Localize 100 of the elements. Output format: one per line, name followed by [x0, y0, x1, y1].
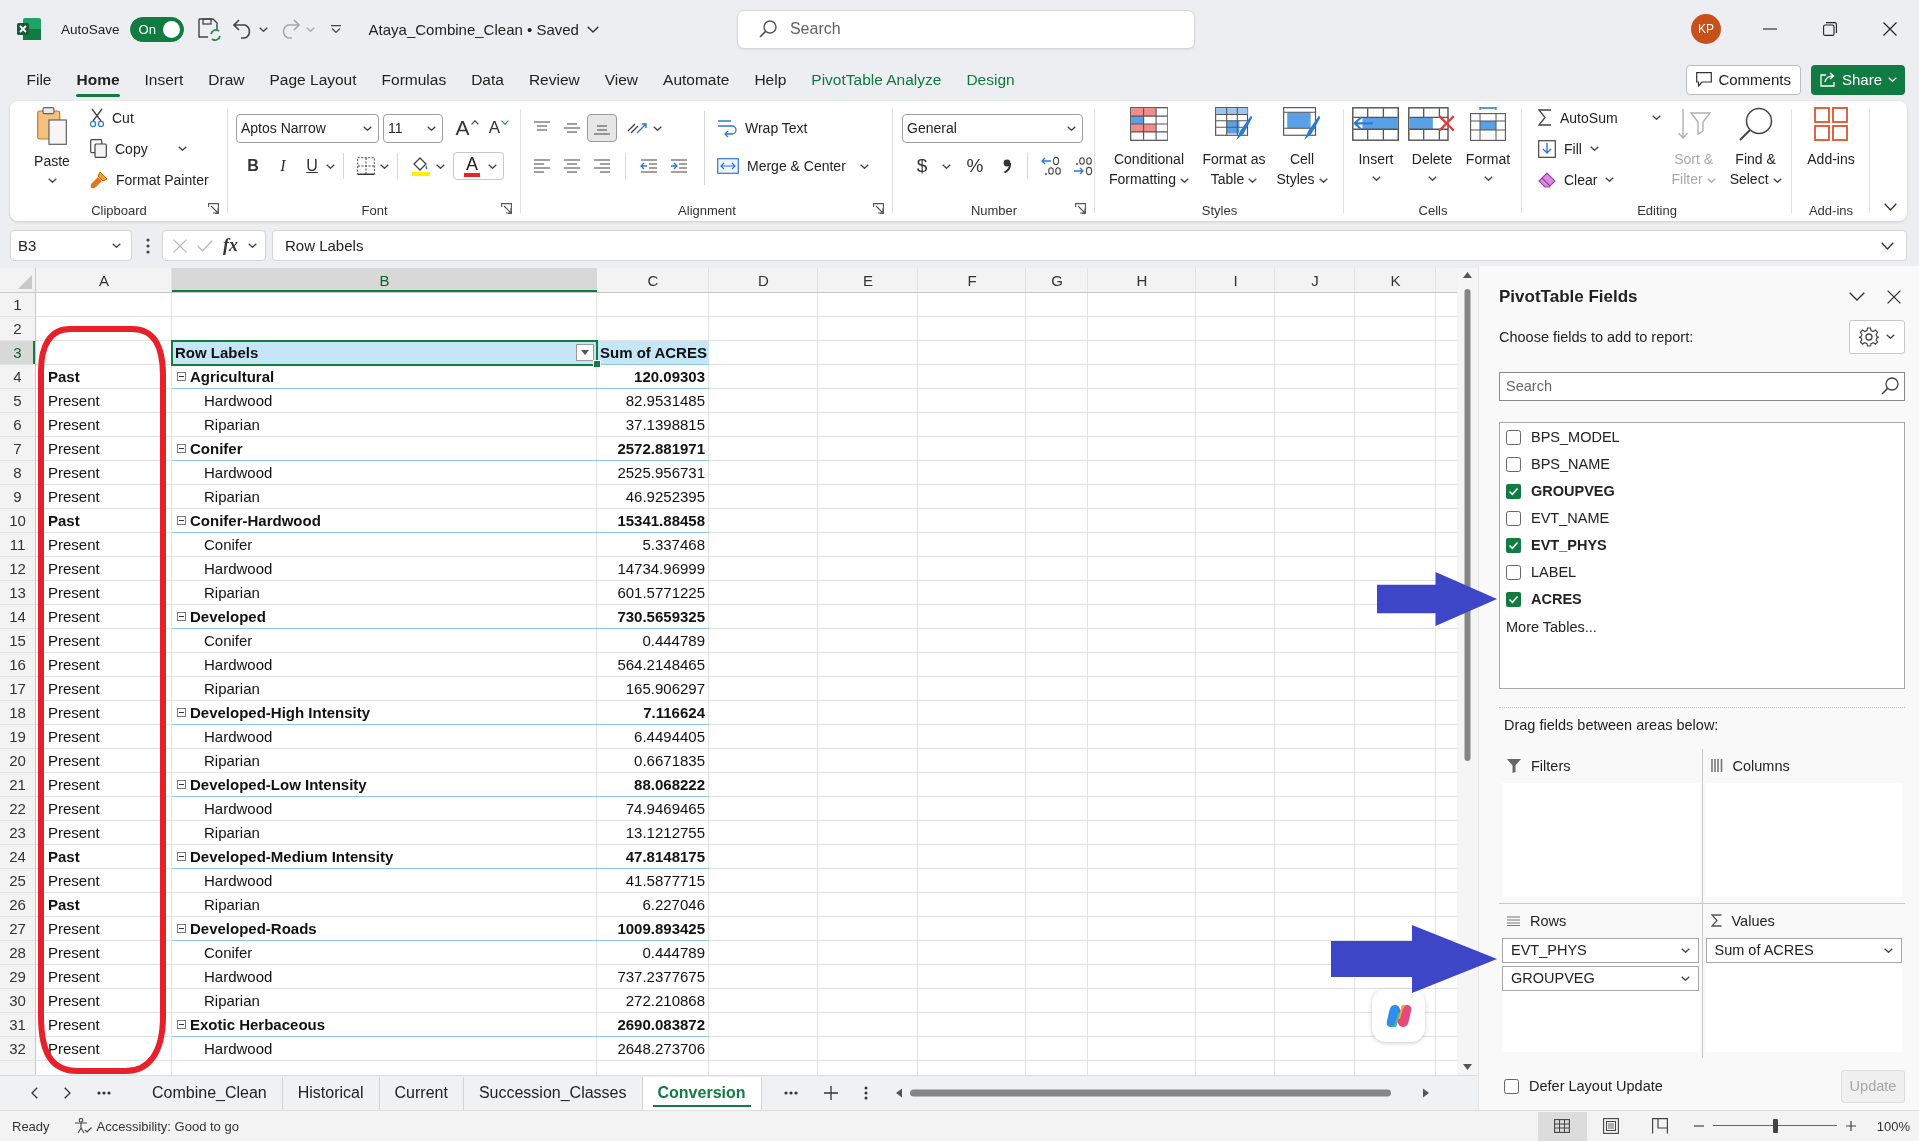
filter-dropdown-button[interactable] [576, 344, 594, 361]
row-number[interactable]: 29 [0, 965, 35, 988]
search-field[interactable]: Search [1499, 371, 1905, 401]
customize-caret-icon[interactable] [330, 25, 341, 33]
caret-icon[interactable] [488, 163, 497, 169]
floating-button[interactable] [1372, 989, 1425, 1042]
chevron-right-icon[interactable] [64, 1087, 71, 1099]
caret-icon[interactable] [1884, 947, 1893, 953]
insert-button[interactable]: Insert [1348, 101, 1404, 181]
number-format-select[interactable]: General [902, 113, 1083, 143]
user-avatar[interactable]: KP [1691, 14, 1721, 44]
plus-icon[interactable] [1845, 1121, 1856, 1131]
zoom-slider[interactable] [1712, 1119, 1837, 1133]
collapse-icon[interactable] [177, 516, 186, 525]
sheet-tab[interactable]: Historical [282, 1076, 380, 1110]
row-number[interactable]: 5 [0, 389, 35, 412]
percent-button[interactable]: % [961, 152, 989, 180]
vertical-dots-icon[interactable] [146, 237, 150, 254]
row-number[interactable]: 9 [0, 485, 35, 508]
row-number[interactable]: 11 [0, 533, 35, 556]
ribbon-tab[interactable]: Review [516, 61, 593, 98]
autosum-button[interactable]: AutoSum [1532, 102, 1665, 133]
collapse-icon[interactable] [177, 852, 186, 861]
column-header[interactable]: A [36, 268, 172, 292]
underline-button[interactable]: U [298, 152, 326, 180]
row-number[interactable]: 2 [0, 317, 35, 340]
collapse-icon[interactable] [177, 708, 186, 717]
accessibility-status[interactable]: Accessibility: Good to go [96, 1118, 239, 1134]
close-icon[interactable] [1883, 22, 1897, 36]
undo-icon[interactable] [232, 19, 253, 39]
formula-field[interactable]: Row Labels [272, 230, 1907, 261]
more-tables-link[interactable]: More Tables... [1506, 612, 1597, 641]
insert-function-button[interactable]: fx [223, 235, 238, 256]
caret-icon[interactable] [177, 146, 187, 151]
row-number[interactable]: 31 [0, 1013, 35, 1036]
caret-icon[interactable] [1651, 115, 1661, 120]
document-title[interactable]: Ataya_Combine_Clean • Saved [368, 20, 579, 38]
sheet-tab[interactable]: Current [379, 1076, 464, 1110]
clear-button[interactable]: Clear [1532, 164, 1665, 195]
caret-icon[interactable] [1772, 177, 1782, 183]
ribbon-tab[interactable]: PivotTable Analyze [798, 61, 954, 98]
chevron-down-icon[interactable] [586, 25, 599, 33]
column-header[interactable]: B [172, 268, 597, 292]
column-header[interactable]: K [1355, 268, 1436, 292]
row-number[interactable]: 17 [0, 677, 35, 700]
row-number[interactable]: 1 [0, 293, 35, 316]
row-number[interactable]: 6 [0, 413, 35, 436]
more-icon[interactable] [783, 1091, 798, 1095]
row-number[interactable]: 3 [0, 341, 35, 364]
caret-icon[interactable] [942, 163, 951, 169]
decrease-indent-icon[interactable] [640, 159, 658, 173]
sheet-tab[interactable]: Succession_Classes [463, 1076, 643, 1110]
caret-icon[interactable] [363, 125, 372, 131]
checkbox[interactable] [1506, 429, 1521, 445]
row-number[interactable]: 21 [0, 773, 35, 796]
accessibility-icon[interactable] [73, 1118, 92, 1134]
row-number[interactable]: 14 [0, 605, 35, 628]
fill-handle[interactable] [593, 360, 601, 368]
collapse-icon[interactable] [177, 444, 186, 453]
sheet-tab[interactable]: Combine_Clean [137, 1076, 283, 1110]
chevron-down-icon[interactable] [1849, 292, 1865, 302]
borders-icon[interactable] [357, 157, 375, 175]
name-box[interactable]: B3 [10, 230, 132, 261]
ribbon-tab[interactable]: Help [741, 61, 799, 98]
column-header[interactable]: E [818, 268, 918, 292]
row-number[interactable]: 20 [0, 749, 35, 772]
column-header[interactable]: H [1088, 268, 1196, 292]
ribbon-tab[interactable]: File [14, 61, 64, 98]
wrap-text-button[interactable]: Wrap Text [717, 113, 808, 143]
ribbon-tab[interactable]: Insert [132, 61, 196, 98]
field-name[interactable]: ACRES [1531, 591, 1582, 608]
vertical-scrollbar[interactable] [1457, 268, 1478, 1075]
font-name-select[interactable]: Aptos Narrow [236, 113, 379, 143]
checkmark-icon[interactable] [197, 239, 213, 252]
collapse-icon[interactable] [177, 372, 186, 381]
ribbon-tab[interactable]: Page Layout [257, 61, 370, 98]
row-number[interactable]: 23 [0, 821, 35, 844]
corner-arrow-icon[interactable] [208, 203, 219, 214]
corner-arrow-icon[interactable] [873, 203, 884, 214]
field-name[interactable]: GROUPVEG [1531, 483, 1615, 500]
decrease-decimal-icon[interactable] [1073, 156, 1095, 176]
cut-button[interactable]: Cut [86, 102, 213, 133]
align-center-icon[interactable] [563, 159, 581, 173]
caret-icon[interactable] [1589, 146, 1599, 151]
share-button[interactable]: Share [1810, 64, 1905, 95]
field-name[interactable]: BPS_MODEL [1531, 429, 1620, 446]
row-number[interactable]: 27 [0, 917, 35, 940]
caret-icon[interactable] [248, 243, 257, 248]
checkbox[interactable] [1506, 456, 1521, 472]
currency-button[interactable]: $ [908, 152, 936, 180]
field-name[interactable]: EVT_PHYS [1531, 537, 1607, 554]
ribbon-tab[interactable]: Data [458, 61, 517, 98]
chevron-down-icon[interactable] [1881, 241, 1894, 250]
ribbon-tab[interactable]: Automate [650, 61, 742, 98]
row-number[interactable]: 26 [0, 893, 35, 916]
corner-arrow-icon[interactable] [501, 203, 512, 214]
caret-icon[interactable] [1179, 177, 1189, 183]
caret-icon[interactable] [1680, 975, 1690, 981]
collapse-icon[interactable] [177, 780, 186, 789]
collapse-icon[interactable] [177, 612, 186, 621]
